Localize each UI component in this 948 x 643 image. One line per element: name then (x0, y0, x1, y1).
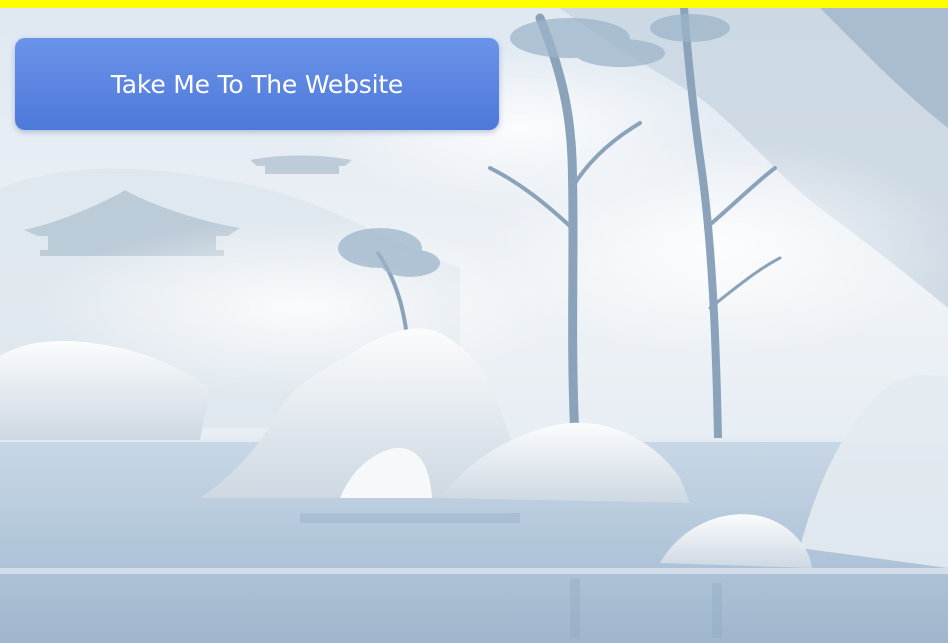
take-me-to-website-button[interactable]: Take Me To The Website (15, 38, 499, 130)
top-yellow-bar (0, 0, 948, 8)
take-me-to-website-label: Take Me To The Website (110, 69, 404, 99)
